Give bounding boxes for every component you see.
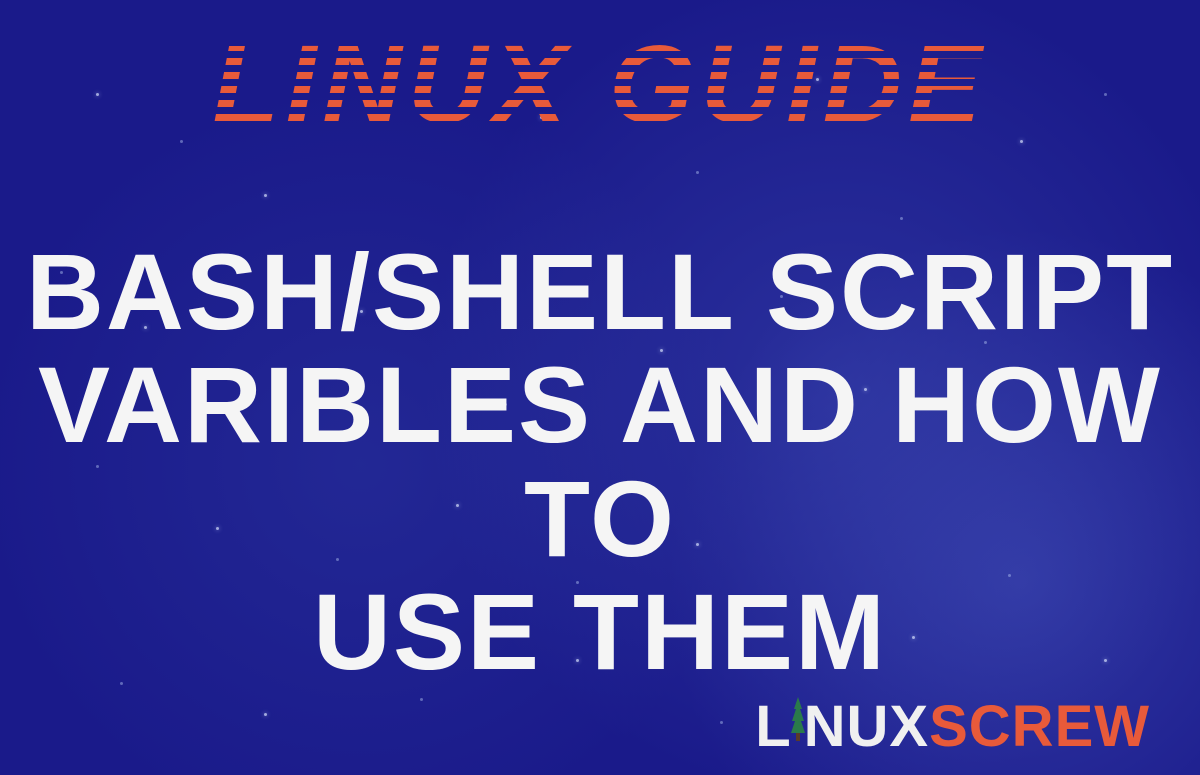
- header-title: LINUX GUIDE: [213, 30, 988, 140]
- footer-logo: L NUXSCREW: [755, 693, 1150, 760]
- main-title-line1: BASH/SHELL SCRIPT: [0, 235, 1200, 348]
- main-title-line3: USE THEM: [0, 575, 1200, 688]
- logo-text-l: L: [755, 693, 791, 760]
- main-title-line2: VARIBLES AND HOW TO: [0, 348, 1200, 575]
- logo-text-screw: SCREW: [929, 693, 1150, 760]
- logo-text-nux: NUX: [804, 693, 929, 760]
- main-title: BASH/SHELL SCRIPT VARIBLES AND HOW TO US…: [0, 235, 1200, 689]
